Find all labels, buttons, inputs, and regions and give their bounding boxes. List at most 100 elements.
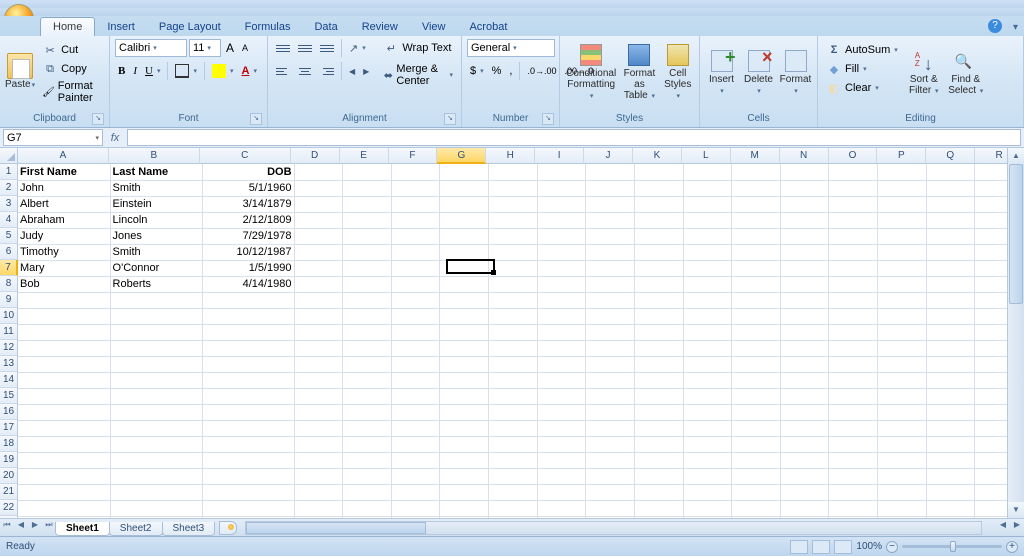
- cell-O17[interactable]: [829, 420, 878, 436]
- cell-F11[interactable]: [391, 324, 440, 340]
- cell-P17[interactable]: [878, 420, 927, 436]
- cell-F12[interactable]: [391, 340, 440, 356]
- cell-O19[interactable]: [829, 452, 878, 468]
- cell-B11[interactable]: [110, 324, 202, 340]
- cell-P13[interactable]: [878, 356, 927, 372]
- row-header-10[interactable]: 10: [0, 308, 18, 324]
- cell-A14[interactable]: [18, 372, 110, 388]
- cell-B17[interactable]: [110, 420, 202, 436]
- cell-K11[interactable]: [634, 324, 683, 340]
- cell-C3[interactable]: 3/14/1879: [202, 196, 294, 212]
- cell-C16[interactable]: [202, 404, 294, 420]
- cell-M17[interactable]: [732, 420, 781, 436]
- format-cells-button[interactable]: Format▾: [779, 39, 812, 105]
- cell-M15[interactable]: [732, 388, 781, 404]
- cell-H9[interactable]: [489, 292, 538, 308]
- cell-M9[interactable]: [732, 292, 781, 308]
- increase-decimal-button[interactable]: .0→.00: [524, 65, 559, 77]
- cell-A4[interactable]: Abraham: [18, 212, 110, 228]
- cell-F15[interactable]: [391, 388, 440, 404]
- cell-F17[interactable]: [391, 420, 440, 436]
- cell-F22[interactable]: [391, 500, 440, 516]
- cell-M5[interactable]: [732, 228, 781, 244]
- column-header-K[interactable]: K: [633, 148, 682, 164]
- cell-H5[interactable]: [489, 228, 538, 244]
- cell-I1[interactable]: [537, 164, 586, 180]
- cell-B12[interactable]: [110, 340, 202, 356]
- cell-D10[interactable]: [294, 308, 343, 324]
- cell-E17[interactable]: [343, 420, 392, 436]
- cell-K18[interactable]: [634, 436, 683, 452]
- cell-G12[interactable]: [440, 340, 489, 356]
- cell-F13[interactable]: [391, 356, 440, 372]
- insert-cells-button[interactable]: Insert▾: [705, 39, 738, 105]
- cell-H1[interactable]: [489, 164, 538, 180]
- column-header-I[interactable]: I: [535, 148, 584, 164]
- cell-G18[interactable]: [440, 436, 489, 452]
- cell-A11[interactable]: [18, 324, 110, 340]
- cell-F1[interactable]: [391, 164, 440, 180]
- cell-L14[interactable]: [683, 372, 732, 388]
- cell-C14[interactable]: [202, 372, 294, 388]
- cell-I5[interactable]: [537, 228, 586, 244]
- number-format-combo[interactable]: General▾: [467, 39, 555, 57]
- cell-A6[interactable]: Timothy: [18, 244, 110, 260]
- cell-G8[interactable]: [440, 276, 489, 292]
- cell-J10[interactable]: [586, 308, 635, 324]
- cell-G5[interactable]: [440, 228, 489, 244]
- cell-J3[interactable]: [586, 196, 635, 212]
- cell-N22[interactable]: [780, 500, 829, 516]
- cell-N16[interactable]: [780, 404, 829, 420]
- cell-D16[interactable]: [294, 404, 343, 420]
- cell-D4[interactable]: [294, 212, 343, 228]
- cell-P5[interactable]: [878, 228, 927, 244]
- copy-button[interactable]: Copy: [39, 60, 104, 78]
- cell-P8[interactable]: [878, 276, 927, 292]
- cell-A17[interactable]: [18, 420, 110, 436]
- cell-C13[interactable]: [202, 356, 294, 372]
- cell-K10[interactable]: [634, 308, 683, 324]
- cell-J2[interactable]: [586, 180, 635, 196]
- cell-C12[interactable]: [202, 340, 294, 356]
- cell-N8[interactable]: [780, 276, 829, 292]
- cell-H19[interactable]: [489, 452, 538, 468]
- tab-insert[interactable]: Insert: [95, 18, 147, 36]
- cell-O11[interactable]: [829, 324, 878, 340]
- row-header-21[interactable]: 21: [0, 484, 18, 500]
- cell-C10[interactable]: [202, 308, 294, 324]
- cell-H20[interactable]: [489, 468, 538, 484]
- cell-J14[interactable]: [586, 372, 635, 388]
- fx-button[interactable]: fx: [103, 132, 127, 144]
- cell-F20[interactable]: [391, 468, 440, 484]
- cell-Q2[interactable]: [926, 180, 975, 196]
- borders-button[interactable]: ▾: [172, 63, 200, 79]
- cell-J17[interactable]: [586, 420, 635, 436]
- cell-O4[interactable]: [829, 212, 878, 228]
- format-as-table-button[interactable]: Format as Table ▾: [621, 39, 657, 105]
- cell-F7[interactable]: [391, 260, 440, 276]
- orientation-button[interactable]: ▾: [346, 41, 369, 56]
- cell-L2[interactable]: [683, 180, 732, 196]
- scroll-thumb[interactable]: [1009, 164, 1023, 304]
- cell-M2[interactable]: [732, 180, 781, 196]
- cell-D9[interactable]: [294, 292, 343, 308]
- cell-A16[interactable]: [18, 404, 110, 420]
- cell-P7[interactable]: [878, 260, 927, 276]
- cell-N2[interactable]: [780, 180, 829, 196]
- underline-button[interactable]: ▾: [142, 64, 163, 78]
- cell-L18[interactable]: [683, 436, 732, 452]
- cell-I14[interactable]: [537, 372, 586, 388]
- cell-F5[interactable]: [391, 228, 440, 244]
- cell-H3[interactable]: [489, 196, 538, 212]
- cell-M4[interactable]: [732, 212, 781, 228]
- sheet-tab-sheet3[interactable]: Sheet3: [162, 522, 216, 536]
- cell-P18[interactable]: [878, 436, 927, 452]
- cell-H21[interactable]: [489, 484, 538, 500]
- cell-C2[interactable]: 5/1/1960: [202, 180, 294, 196]
- find-select-button[interactable]: Find & Select ▾: [947, 39, 985, 105]
- cell-H12[interactable]: [489, 340, 538, 356]
- cell-I4[interactable]: [537, 212, 586, 228]
- minimize-ribbon-icon[interactable]: ▾: [1013, 22, 1018, 33]
- cell-M12[interactable]: [732, 340, 781, 356]
- cell-P4[interactable]: [878, 212, 927, 228]
